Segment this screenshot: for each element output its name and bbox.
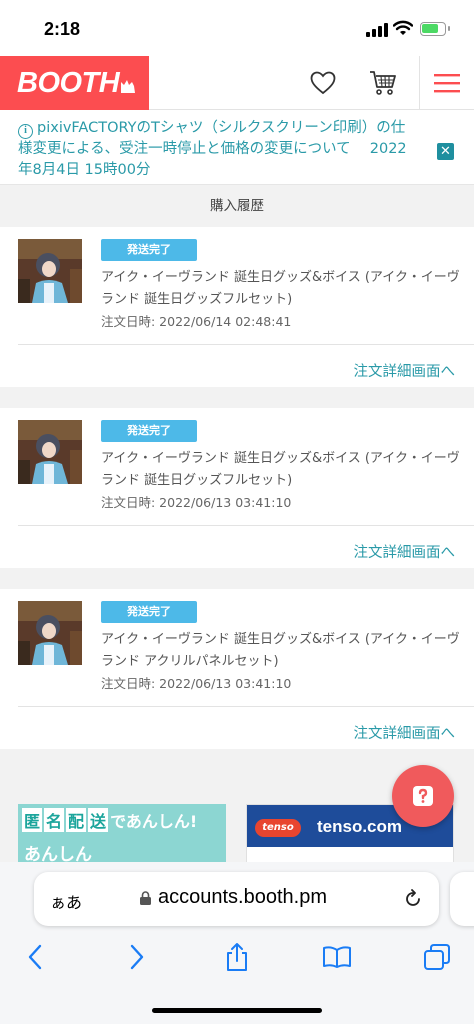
heart-icon (310, 71, 336, 95)
address-bar[interactable]: ぁあ accounts.booth.pm (34, 872, 439, 926)
browser-toolbar: ぁあ accounts.booth.pm (0, 862, 474, 1024)
booth-logo[interactable]: BOOTH (0, 56, 149, 110)
status-badge: 発送完了 (101, 420, 197, 442)
cat-logo-icon (121, 80, 135, 93)
tenso-text: tenso.com (317, 817, 403, 836)
order-detail-link[interactable]: 注文詳細画面へ (354, 722, 456, 743)
product-image (18, 420, 82, 484)
order-title: アイク・イーヴランド 誕生日グッズ&ボイス (アイク・イーヴランド 誕生日グッズ… (101, 451, 460, 488)
share-button[interactable] (222, 942, 252, 972)
favorites-button[interactable] (300, 56, 346, 110)
url-text: accounts.booth.pm (158, 886, 327, 908)
cart-button[interactable] (360, 56, 406, 110)
order-title: アイク・イーヴランド 誕生日グッズ&ボイス (アイク・イーヴランド アクリルパネ… (101, 632, 460, 669)
status-bar: 2:18 (0, 0, 474, 56)
lock-icon (140, 891, 151, 905)
order-date: 注文日時: 2022/06/13 03:41:10 (101, 676, 292, 691)
info-icon: i (18, 124, 33, 139)
notice-banner: i pixivFACTORYのTシャツ（シルクスクリーン印刷）の仕様変更による、受… (0, 110, 474, 185)
banner-char: 匿 (22, 808, 43, 832)
battery-icon (420, 22, 450, 36)
chevron-left-icon (28, 944, 42, 970)
hamburger-icon (434, 74, 460, 93)
book-icon (323, 946, 351, 968)
order-date: 注文日時: 2022/06/14 02:48:41 (101, 314, 292, 329)
share-icon (227, 943, 247, 971)
order-card: 発送完了 アイク・イーヴランド 誕生日グッズ&ボイス (アイク・イーヴランド ア… (0, 589, 474, 749)
signal-icon (366, 23, 388, 37)
wifi-icon (393, 20, 413, 35)
page-title: 購入履歴 (210, 198, 264, 214)
next-tab-preview[interactable] (450, 872, 474, 926)
tenso-logo: tenso (255, 819, 301, 837)
tabs-button[interactable] (422, 942, 452, 972)
order-detail-link[interactable]: 注文詳細画面へ (354, 541, 456, 562)
help-button[interactable] (392, 765, 454, 827)
product-thumbnail[interactable] (18, 601, 82, 665)
product-image (18, 601, 82, 665)
status-time: 2:18 (44, 19, 81, 39)
order-title: アイク・イーヴランド 誕生日グッズ&ボイス (アイク・イーヴランド 誕生日グッズ… (101, 270, 460, 307)
order-card: 発送完了 アイク・イーヴランド 誕生日グッズ&ボイス (アイク・イーヴランド 誕… (0, 408, 474, 568)
order-detail-link[interactable]: 注文詳細画面へ (354, 360, 456, 381)
banner-char: 送 (88, 808, 109, 832)
order-card: 発送完了 アイク・イーヴランド 誕生日グッズ&ボイス (アイク・イーヴランド 誕… (0, 227, 474, 387)
notice-text: pixivFACTORYのTシャツ（シルクスクリーン印刷）の仕様変更による、受注… (18, 120, 407, 178)
divider (18, 525, 474, 526)
product-thumbnail[interactable] (18, 420, 82, 484)
product-thumbnail[interactable] (18, 239, 82, 303)
banner-text: であんしん! (110, 812, 198, 831)
reader-options-button[interactable]: ぁあ (50, 889, 82, 913)
divider (18, 706, 474, 707)
cart-icon (370, 71, 396, 95)
bookmarks-button[interactable] (322, 942, 352, 972)
back-button[interactable] (20, 942, 50, 972)
notice-link[interactable]: i pixivFACTORYのTシャツ（シルクスクリーン印刷）の仕様変更による、受… (18, 118, 418, 181)
divider (18, 344, 474, 345)
reload-icon[interactable] (402, 888, 424, 910)
status-badge: 発送完了 (101, 239, 197, 261)
chevron-right-icon (130, 944, 144, 970)
home-indicator (152, 1008, 322, 1013)
order-date: 注文日時: 2022/06/13 03:41:10 (101, 495, 292, 510)
question-icon (413, 786, 433, 806)
close-icon[interactable]: ✕ (437, 143, 454, 160)
menu-button[interactable] (419, 56, 474, 110)
tabs-icon (424, 944, 450, 970)
forward-button[interactable] (122, 942, 152, 972)
site-header: BOOTH (0, 56, 474, 110)
banner-char: 配 (66, 808, 87, 832)
banner-char: 名 (44, 808, 65, 832)
status-badge: 発送完了 (101, 601, 197, 623)
product-image (18, 239, 82, 303)
